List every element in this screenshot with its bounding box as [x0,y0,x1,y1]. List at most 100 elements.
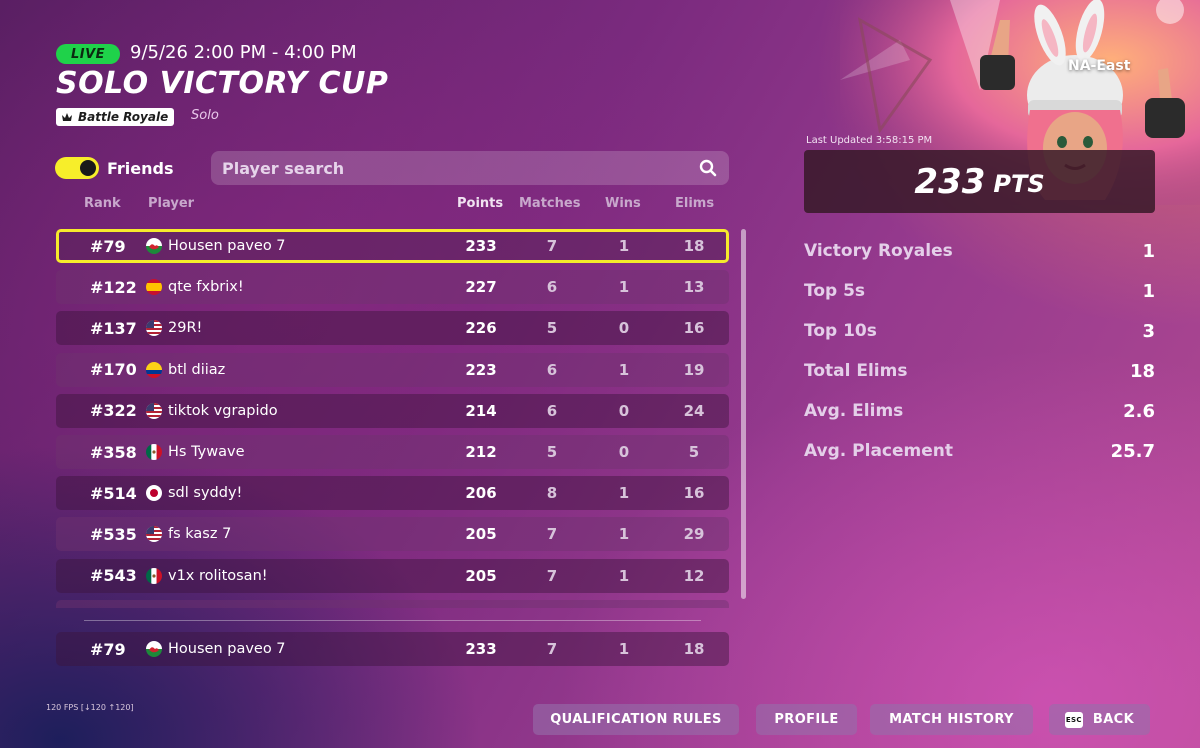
points: 214 [465,401,497,420]
elims: 24 [683,401,705,420]
table-row-partial[interactable] [56,599,729,608]
rank: #322 [90,401,137,421]
table-row[interactable]: #122 qte fxbrix! 227 6 1 13 [56,270,729,305]
esc-key-icon: ESC [1064,711,1083,728]
table-row[interactable]: #514 sdl syddy! 206 8 1 16 [56,476,729,511]
stat-value: 1 [1142,240,1155,262]
rank: #79 [90,639,126,659]
profile-button[interactable]: PROFILE [756,704,857,735]
table-row[interactable]: #322 tiktok vgrapido 214 6 0 24 [56,393,729,428]
matches: 5 [546,319,558,338]
toggle-knob [80,160,96,176]
elims: 5 [688,443,700,461]
stat-value: 25.7 [1110,440,1155,462]
event-time: 9/5/26 2:00 PM - 4:00 PM [130,42,357,63]
rank: #122 [90,277,137,297]
player-name: btl diiaz [168,361,226,378]
wins: 1 [618,525,630,544]
usa-flag-icon [146,526,162,543]
column-header-points[interactable]: Points [457,196,503,211]
rank: #514 [90,483,137,503]
match-history-button[interactable]: MATCH HISTORY [870,704,1033,735]
table-row[interactable]: #358 Hs Tywave 212 5 0 5 [56,435,729,469]
elims: 19 [683,360,705,379]
matches: 7 [546,566,558,585]
player-name: fs kasz 7 [168,526,232,543]
stat-value: 3 [1142,320,1155,342]
player-name: Hs Tywave [168,444,245,460]
leaderboard-list: #79 Housen paveo 7 233 7 1 18 #122 qte fxbrix! 2… [56,229,729,608]
stat-label: Top 5s [804,281,866,301]
stat-avg-placement: Avg. Placement 25.7 [804,439,1155,463]
points: 233 [465,640,497,658]
spain-flag-icon [146,279,162,296]
self-rank-row[interactable]: #79 Housen paveo 7 233 7 1 18 [56,632,729,666]
table-row[interactable]: #137 29R! 226 5 0 16 [56,311,729,346]
qualification-rules-button[interactable]: QUALIFICATION RULES [533,704,739,735]
wins: 0 [618,401,630,420]
column-header-wins[interactable]: Wins [605,196,641,211]
back-button[interactable]: ESC BACK [1049,704,1150,735]
stat-label: Total Elims [804,361,908,381]
stat-label: Avg. Elims [804,401,904,421]
rank: #543 [90,566,137,586]
region-label: NA-East [1068,58,1131,74]
matches: 5 [546,443,558,461]
total-points-value: 233 [914,161,986,202]
wales-flag-icon [146,641,162,657]
table-row[interactable]: #535 fs kasz 7 205 7 1 29 [56,517,729,552]
points: 233 [465,237,497,255]
wins: 1 [618,237,630,255]
usa-flag-icon [146,402,162,419]
column-header-rank: Rank [84,196,121,211]
usa-flag-icon [146,320,162,337]
mexico-flag-icon [146,444,162,460]
player-name: Housen paveo 7 [168,238,286,254]
table-row[interactable]: #170 btl diiaz 223 6 1 19 [56,352,729,387]
back-label: BACK [1092,712,1135,727]
stat-label: Avg. Placement [804,441,954,461]
japan-flag-icon [146,485,162,502]
stat-total-elims: Total Elims 18 [804,359,1155,383]
leaderboard-scrollbar[interactable] [741,229,746,599]
crown-icon [62,113,72,121]
colombia-flag-icon [146,361,162,378]
game-mode-label: Battle Royale [78,110,169,124]
player-search-input[interactable] [211,151,729,185]
live-badge: LIVE [56,44,120,64]
player-search-box [211,151,729,185]
matches: 6 [546,278,558,297]
elims: 18 [683,237,705,255]
rank: #170 [90,360,137,380]
points: 205 [465,566,497,585]
matches: 8 [546,484,558,503]
stat-avg-elims: Avg. Elims 2.6 [804,399,1155,423]
column-header-elims[interactable]: Elims [675,196,714,211]
game-mode-tag: Battle Royale [56,108,175,126]
column-header-player: Player [148,196,195,211]
stat-top-5s: Top 5s 1 [804,279,1155,303]
matches: 7 [546,525,558,544]
elims: 18 [683,640,705,658]
rank: #535 [90,524,137,544]
stat-value: 18 [1129,360,1155,382]
friends-toggle[interactable] [55,157,99,179]
elims: 29 [683,525,705,544]
search-icon[interactable] [699,159,717,177]
player-name: sdl syddy! [168,485,243,502]
matches: 6 [546,360,558,379]
column-header-matches[interactable]: Matches [519,196,580,211]
wins: 1 [618,278,630,297]
table-row[interactable]: #543 v1x rolitosan! 205 7 1 12 [56,558,729,593]
points: 223 [465,360,497,379]
table-row-selected[interactable]: #79 Housen paveo 7 233 7 1 18 [56,229,729,263]
points: 205 [465,525,497,544]
player-name: 29R! [168,320,203,337]
points: 206 [465,484,497,503]
total-points-box: 233 PTS [804,150,1155,213]
matches: 6 [546,401,558,420]
points: 227 [465,278,497,297]
matches: 7 [546,640,558,658]
scroll-thumb[interactable] [741,229,746,599]
rank: #358 [90,442,137,462]
